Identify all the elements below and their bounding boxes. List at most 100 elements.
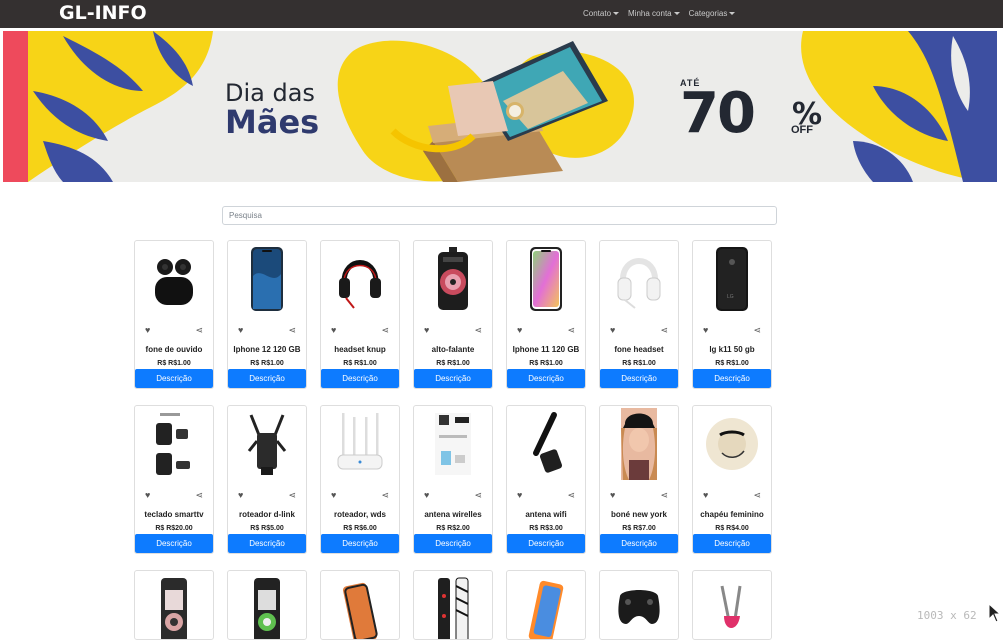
product-card[interactable]: ♥ ⋖ headset knup R$ R$1.00 Descrição: [320, 240, 400, 389]
heart-icon[interactable]: ♥: [517, 325, 522, 335]
phone-case-icon[interactable]: [135, 573, 213, 639]
product-name: Iphone 12 120 GB: [233, 345, 301, 354]
straw-hat-icon[interactable]: [693, 408, 771, 480]
heart-icon[interactable]: ♥: [610, 325, 615, 335]
descricao-button[interactable]: Descrição: [321, 534, 399, 553]
product-price: R$ R$20.00: [155, 525, 193, 532]
heart-icon[interactable]: ♥: [145, 325, 150, 335]
share-icon[interactable]: ⋖: [567, 490, 575, 500]
product-card[interactable]: ♥ ⋖ fone de ouvido R$ R$1.00 Descrição: [134, 240, 214, 389]
product-card[interactable]: ♥ ⋖ roteador, wds R$ R$6.00 Descrição: [320, 405, 400, 554]
iphone-12-icon[interactable]: [228, 243, 306, 315]
descricao-button[interactable]: Descrição: [135, 369, 213, 388]
product-name: roteador d-link: [238, 510, 295, 519]
product-card[interactable]: ♥ ⋖ antena wirelles R$ R$2.00 Descrição: [413, 405, 493, 554]
descricao-button[interactable]: Descrição: [414, 534, 492, 553]
share-icon[interactable]: ⋖: [660, 325, 668, 335]
heart-icon[interactable]: ♥: [331, 325, 336, 335]
phone-case-green-icon[interactable]: [228, 573, 306, 639]
share-icon[interactable]: ⋖: [288, 325, 296, 335]
descricao-button[interactable]: Descrição: [228, 369, 306, 388]
product-card[interactable]: [134, 570, 214, 640]
card-actions: ♥ ⋖: [228, 325, 306, 335]
earbuds-icon[interactable]: [135, 243, 213, 315]
nav-contato-dropdown[interactable]: Contato: [583, 9, 620, 18]
share-icon[interactable]: ⋖: [195, 490, 203, 500]
product-card[interactable]: [692, 570, 772, 640]
share-icon[interactable]: ⋖: [195, 325, 203, 335]
product-card[interactable]: ♥ ⋖ Iphone 11 120 GB R$ R$1.00 Descrição: [506, 240, 586, 389]
product-name: roteador, wds: [333, 510, 386, 519]
product-card[interactable]: ♥ ⋖ antena wifi R$ R$3.00 Descrição: [506, 405, 586, 554]
patterned-case-icon[interactable]: [414, 573, 492, 639]
gamepad-icon[interactable]: [600, 573, 678, 639]
product-card[interactable]: [506, 570, 586, 640]
product-name: chapéu feminino: [700, 510, 764, 519]
heart-icon[interactable]: ♥: [610, 490, 615, 500]
product-price: R$ R$7.00: [622, 525, 656, 532]
heart-icon[interactable]: ♥: [331, 490, 336, 500]
wireless-adapter-icon[interactable]: [414, 408, 492, 480]
descricao-button[interactable]: Descrição: [507, 369, 585, 388]
product-card[interactable]: [227, 570, 307, 640]
remote-keyboard-icon[interactable]: [135, 408, 213, 480]
brand-logo[interactable]: GL-INFO: [59, 2, 147, 24]
product-card[interactable]: [599, 570, 679, 640]
heart-icon[interactable]: ♥: [703, 325, 708, 335]
heart-icon[interactable]: ♥: [145, 490, 150, 500]
nav-minha-conta-dropdown[interactable]: Minha conta: [628, 9, 680, 18]
product-name: fone headset: [614, 345, 664, 354]
white-headset-icon[interactable]: [600, 243, 678, 315]
router-dlink-icon[interactable]: [228, 408, 306, 480]
iphone-11-icon[interactable]: [507, 243, 585, 315]
lg-phone-icon[interactable]: LG: [693, 243, 771, 315]
product-price: R$ R$1.00: [157, 360, 191, 367]
product-card[interactable]: ♥ ⋖ teclado smarttv R$ R$20.00 Descrição: [134, 405, 214, 554]
router-wds-icon[interactable]: [321, 408, 399, 480]
product-card[interactable]: ♥ ⋖ roteador d-link R$ R$5.00 Descrição: [227, 405, 307, 554]
nav-categorias-dropdown[interactable]: Categorias: [689, 9, 736, 18]
descricao-button[interactable]: Descrição: [693, 369, 771, 388]
product-card[interactable]: LG ♥ ⋖ lg k11 50 gb R$ R$1.00 Descrição: [692, 240, 772, 389]
search-input[interactable]: [222, 206, 777, 225]
share-icon[interactable]: ⋖: [381, 490, 389, 500]
product-card[interactable]: ♥ ⋖ boné new york R$ R$7.00 Descrição: [599, 405, 679, 554]
product-card[interactable]: [320, 570, 400, 640]
heart-icon[interactable]: ♥: [238, 325, 243, 335]
share-icon[interactable]: ⋖: [474, 490, 482, 500]
descricao-button[interactable]: Descrição: [321, 369, 399, 388]
descricao-button[interactable]: Descrição: [135, 534, 213, 553]
product-name: headset knup: [334, 345, 386, 354]
heart-icon[interactable]: ♥: [703, 490, 708, 500]
share-icon[interactable]: ⋖: [660, 490, 668, 500]
promo-banner[interactable]: Dia das Mães ATÉ 70 % OFF: [3, 31, 997, 182]
heart-icon[interactable]: ♥: [424, 490, 429, 500]
share-icon[interactable]: ⋖: [288, 490, 296, 500]
pink-accessory-icon[interactable]: [693, 573, 771, 639]
product-card[interactable]: ♥ ⋖ Iphone 12 120 GB R$ R$1.00 Descrição: [227, 240, 307, 389]
headset-knup-icon[interactable]: [321, 243, 399, 315]
cap-photo-icon[interactable]: [600, 408, 678, 480]
product-card[interactable]: ♥ ⋖ chapéu feminino R$ R$4.00 Descrição: [692, 405, 772, 554]
product-card[interactable]: ♥ ⋖ fone headset R$ R$1.00 Descrição: [599, 240, 679, 389]
descricao-button[interactable]: Descrição: [600, 369, 678, 388]
heart-icon[interactable]: ♥: [424, 325, 429, 335]
share-icon[interactable]: ⋖: [753, 325, 761, 335]
speaker-icon[interactable]: [414, 243, 492, 315]
product-card[interactable]: [413, 570, 493, 640]
share-icon[interactable]: ⋖: [474, 325, 482, 335]
product-card[interactable]: ♥ ⋖ alto-falante R$ R$1.00 Descrição: [413, 240, 493, 389]
heart-icon[interactable]: ♥: [238, 490, 243, 500]
share-icon[interactable]: ⋖: [567, 325, 575, 335]
tempered-glass-icon[interactable]: [507, 573, 585, 639]
descricao-button[interactable]: Descrição: [507, 534, 585, 553]
wifi-antenna-icon[interactable]: [507, 408, 585, 480]
heart-icon[interactable]: ♥: [517, 490, 522, 500]
share-icon[interactable]: ⋖: [753, 490, 761, 500]
descricao-button[interactable]: Descrição: [693, 534, 771, 553]
descricao-button[interactable]: Descrição: [414, 369, 492, 388]
descricao-button[interactable]: Descrição: [600, 534, 678, 553]
screen-protector-icon[interactable]: [321, 573, 399, 639]
share-icon[interactable]: ⋖: [381, 325, 389, 335]
descricao-button[interactable]: Descrição: [228, 534, 306, 553]
